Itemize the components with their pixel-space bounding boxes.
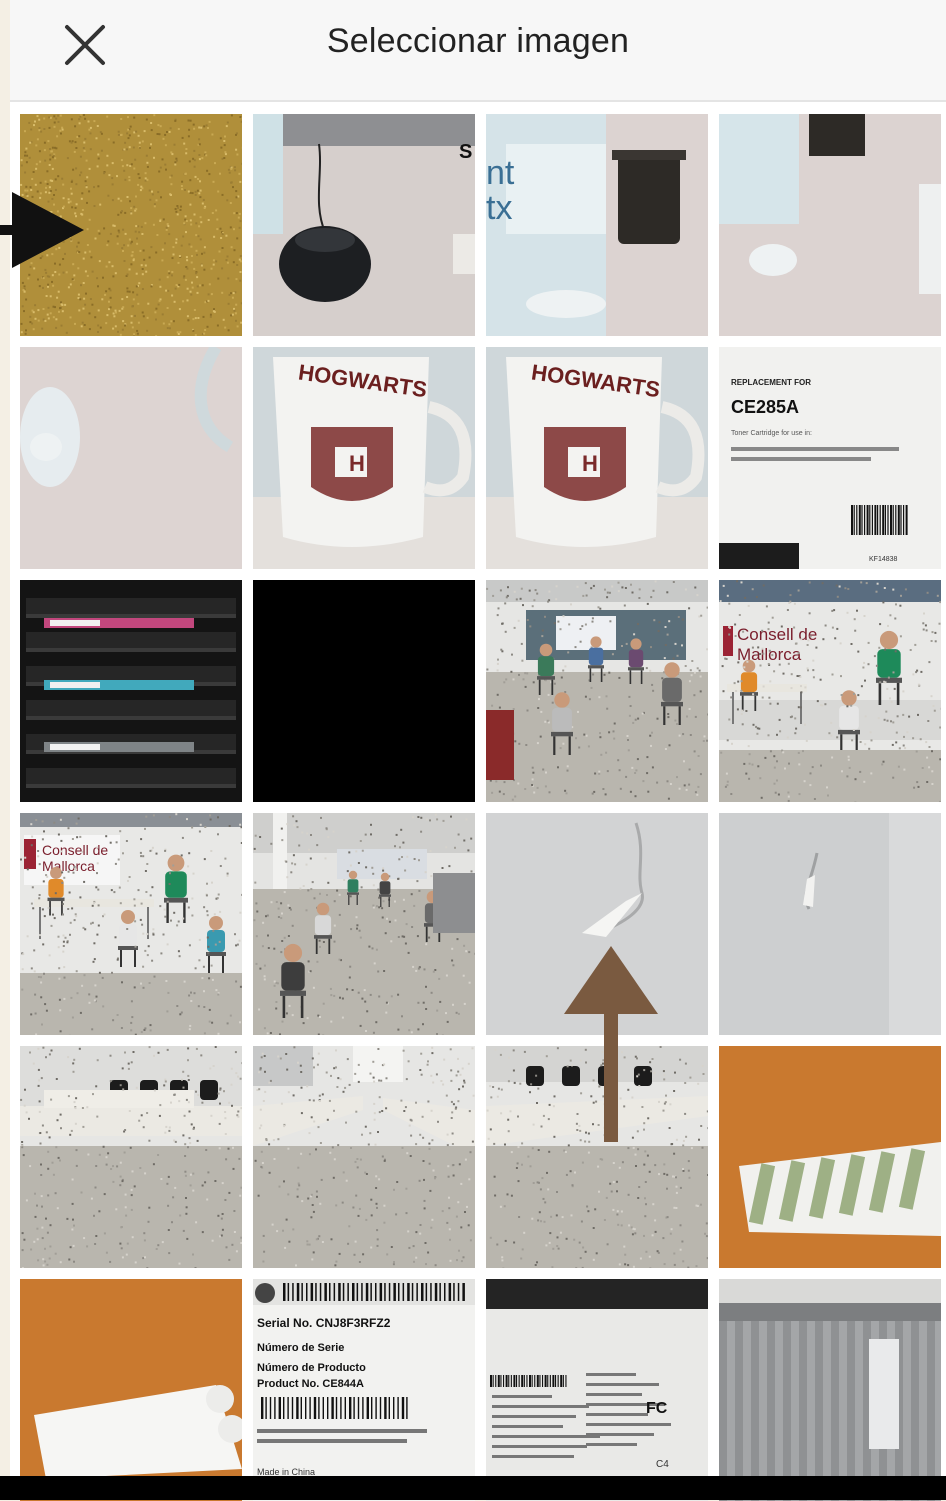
photo-toner-box: REPLACEMENT FOR CE285A Toner Cartridge f… (719, 347, 941, 569)
image-thumbnail-5[interactable] (20, 347, 242, 569)
photo-sand (20, 114, 242, 336)
svg-text:H: H (582, 451, 598, 476)
image-thumbnail-14[interactable] (253, 813, 475, 1035)
header-bar: Seleccionar imagen (10, 0, 946, 102)
photo-spec-label: FC C4 (486, 1279, 708, 1501)
image-thumbnail-20[interactable] (719, 1046, 941, 1268)
image-thumbnail-13[interactable]: Consell de Mallorca (20, 813, 242, 1035)
image-thumbnail-18[interactable] (253, 1046, 475, 1268)
photo-tape-orange (719, 1046, 941, 1268)
image-thumbnail-17[interactable] (20, 1046, 242, 1268)
photo-black (253, 580, 475, 802)
photo-tables-1 (20, 1046, 242, 1268)
image-thumbnail-12[interactable]: Consell de Mallorca (719, 580, 941, 802)
system-bottom-bar (0, 1476, 946, 1500)
photo-wall-crack (486, 813, 708, 1035)
svg-text:Product No. CE844A: Product No. CE844A (257, 1378, 364, 1390)
photo-tape-white (20, 1279, 242, 1501)
image-thumbnail-23[interactable]: FC C4 (486, 1279, 708, 1501)
photo-hall-long (253, 813, 475, 1035)
svg-text:Serial No. CNJ8F3RFZ2: Serial No. CNJ8F3RFZ2 (257, 1316, 391, 1330)
svg-text:H: H (349, 451, 365, 476)
photo-mouse: S (253, 114, 475, 336)
image-thumbnail-15[interactable] (486, 813, 708, 1035)
photo-tables-3 (486, 1046, 708, 1268)
page-title: Seleccionar imagen (10, 22, 946, 61)
photo-tables-2 (253, 1046, 475, 1268)
svg-text:Número de Producto: Número de Producto (257, 1362, 366, 1374)
photo-bottle: nt tx (486, 114, 708, 336)
image-thumbnail-2[interactable]: S (253, 114, 475, 336)
svg-text:tx: tx (486, 189, 512, 227)
image-thumbnail-24[interactable] (719, 1279, 941, 1501)
image-thumbnail-21[interactable] (20, 1279, 242, 1501)
photo-blur-cup (20, 347, 242, 569)
photo-stage-talk-wide: Consell de Mallorca (20, 813, 242, 1035)
image-thumbnail-8[interactable]: REPLACEMENT FOR CE285A Toner Cartridge f… (719, 347, 941, 569)
photo-curtain (719, 1279, 941, 1501)
photo-hall-people (486, 580, 708, 802)
svg-text:FC: FC (646, 1400, 668, 1417)
photo-mug: H HOGWARTS (486, 347, 708, 569)
image-thumbnail-6[interactable]: H HOGWARTS (253, 347, 475, 569)
image-thumbnail-10[interactable] (253, 580, 475, 802)
svg-text:Toner Cartridge for use in:: Toner Cartridge for use in: (731, 430, 812, 437)
photo-wall-crack-small (719, 813, 941, 1035)
image-thumbnail-16[interactable] (719, 813, 941, 1035)
photo-bottle-corner (719, 114, 941, 336)
image-thumbnail-3[interactable]: nt tx (486, 114, 708, 336)
svg-text:CE285A: CE285A (731, 397, 799, 417)
svg-text:Consell de: Consell de (737, 625, 817, 644)
image-thumbnail-7[interactable]: H HOGWARTS (486, 347, 708, 569)
svg-text:Consell de: Consell de (42, 842, 108, 858)
image-thumbnail-9[interactable] (20, 580, 242, 802)
svg-text:KF14838: KF14838 (869, 556, 898, 563)
svg-text:nt: nt (486, 154, 515, 192)
image-thumbnail-11[interactable] (486, 580, 708, 802)
svg-text:C4: C4 (656, 1459, 669, 1470)
svg-text:S: S (459, 141, 472, 163)
image-thumbnail-1[interactable] (20, 114, 242, 336)
photo-mug: H HOGWARTS (253, 347, 475, 569)
image-thumbnail-4[interactable] (719, 114, 941, 336)
image-thumbnail-22[interactable]: Serial No. CNJ8F3RFZ2 Número de Serie Nú… (253, 1279, 475, 1501)
svg-text:Número de Serie: Número de Serie (257, 1342, 344, 1354)
image-grid: S nt tx H HOGWARTS H HOGWARTS REPLACEMEN… (20, 114, 942, 1501)
image-thumbnail-19[interactable] (486, 1046, 708, 1268)
photo-stage-talk: Consell de Mallorca (719, 580, 941, 802)
photo-serial-label: Serial No. CNJ8F3RFZ2 Número de Serie Nú… (253, 1279, 475, 1501)
svg-text:REPLACEMENT FOR: REPLACEMENT FOR (731, 378, 811, 387)
photo-toner-drawer (20, 580, 242, 802)
